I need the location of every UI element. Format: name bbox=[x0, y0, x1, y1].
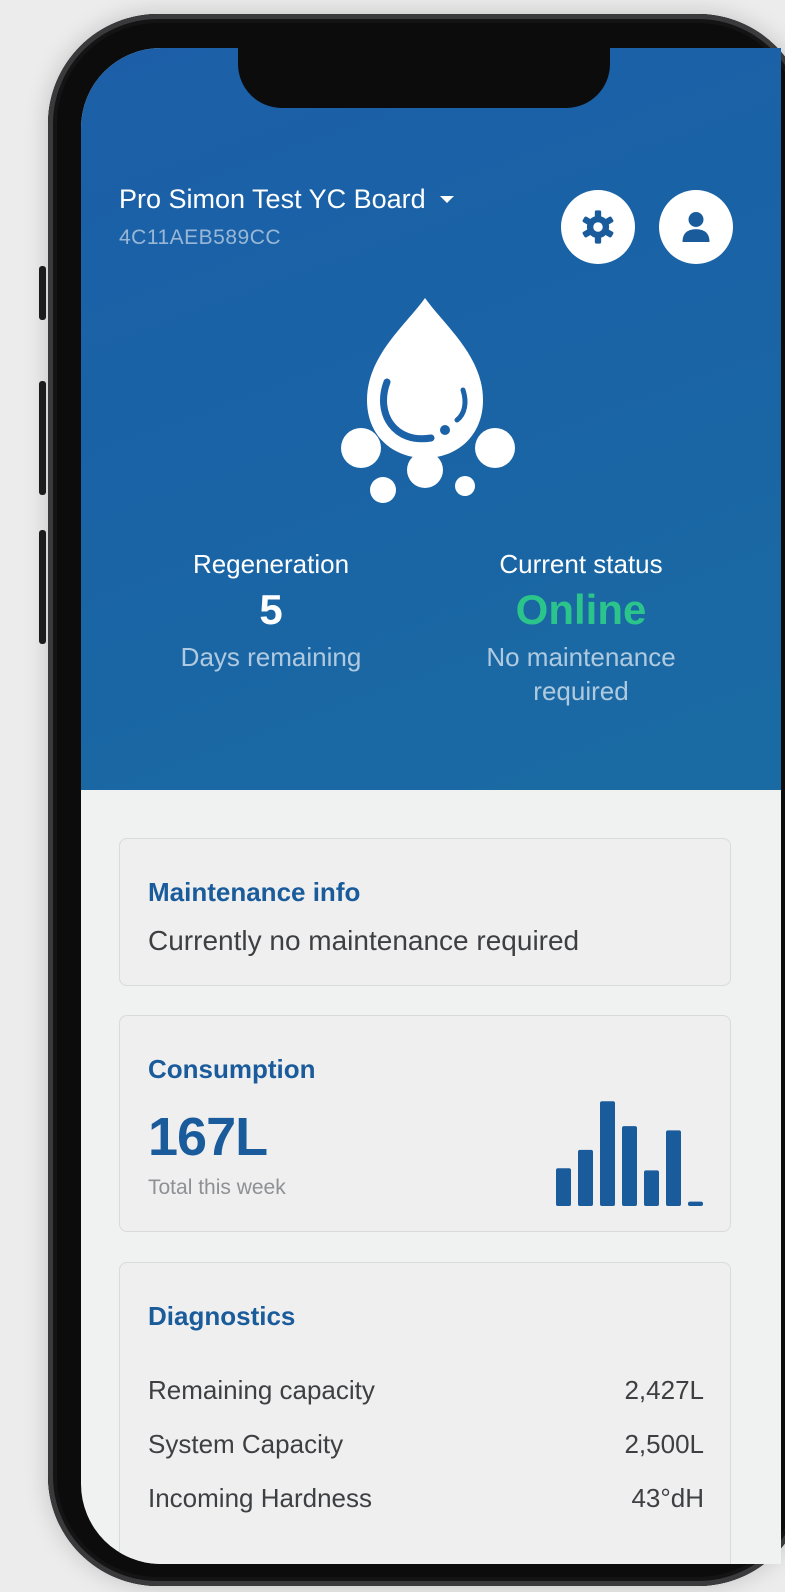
consumption-card[interactable]: Consumption 167L Total this week bbox=[119, 1015, 731, 1232]
status-label: Current status bbox=[499, 549, 663, 579]
device-id: 4C11AEB589CC bbox=[119, 226, 282, 249]
maintenance-title: Maintenance info bbox=[148, 877, 361, 907]
status-header: Pro Simon Test YC Board 4C11AEB589CC Reg… bbox=[81, 48, 781, 790]
mute-switch bbox=[39, 266, 46, 320]
consumption-caption: Total this week bbox=[148, 1176, 286, 1199]
maintenance-card[interactable]: Maintenance info Currently no maintenanc… bbox=[119, 838, 731, 986]
diagnostics-value: 43°dH bbox=[631, 1483, 704, 1513]
consumption-bar bbox=[688, 1201, 703, 1206]
diagnostics-card[interactable]: Diagnostics Remaining capacity 2,427L Sy… bbox=[119, 1262, 731, 1564]
consumption-bar bbox=[556, 1168, 571, 1206]
user-icon bbox=[682, 212, 710, 242]
volume-up-button bbox=[39, 381, 46, 495]
water-drop-icon bbox=[341, 298, 515, 503]
caret-down-icon bbox=[439, 196, 454, 203]
consumption-title: Consumption bbox=[148, 1054, 316, 1084]
maintenance-text: Currently no maintenance required bbox=[148, 925, 580, 956]
consumption-bar bbox=[666, 1130, 681, 1206]
status-caption: No maintenance required bbox=[486, 642, 676, 706]
device-selector[interactable]: Pro Simon Test YC Board bbox=[119, 184, 454, 215]
diagnostics-row: Remaining capacity 2,427L bbox=[148, 1375, 704, 1406]
consumption-bar bbox=[578, 1149, 593, 1206]
regeneration-days: 5 bbox=[259, 586, 283, 633]
diagnostics-label: Incoming Hardness bbox=[148, 1483, 372, 1513]
consumption-mini-chart bbox=[556, 1101, 703, 1206]
phone-notch bbox=[238, 48, 610, 108]
consumption-value: 167L bbox=[148, 1107, 268, 1167]
regeneration-label: Regeneration bbox=[192, 549, 350, 579]
device-name: Pro Simon Test YC Board bbox=[119, 184, 426, 214]
diagnostics-value: 2,500L bbox=[624, 1429, 704, 1459]
status-stat: Current status Online No maintenance req… bbox=[451, 548, 711, 708]
app-screen: Pro Simon Test YC Board 4C11AEB589CC Reg… bbox=[81, 48, 781, 1564]
gear-icon bbox=[582, 210, 614, 244]
settings-button[interactable] bbox=[561, 190, 635, 264]
status-value: Online bbox=[515, 586, 647, 633]
diagnostics-title: Diagnostics bbox=[148, 1301, 296, 1331]
consumption-bar bbox=[600, 1101, 615, 1206]
volume-down-button bbox=[39, 530, 46, 644]
diagnostics-row: System Capacity 2,500L bbox=[148, 1429, 704, 1460]
regeneration-caption: Days remaining bbox=[180, 642, 362, 672]
diagnostics-label: System Capacity bbox=[148, 1429, 344, 1459]
consumption-bar bbox=[644, 1170, 659, 1206]
diagnostics-value: 2,427L bbox=[624, 1375, 704, 1405]
profile-button[interactable] bbox=[659, 190, 733, 264]
diagnostics-label: Remaining capacity bbox=[148, 1375, 375, 1405]
regeneration-stat: Regeneration 5 Days remaining bbox=[151, 548, 391, 674]
consumption-bar bbox=[622, 1126, 637, 1206]
diagnostics-row: Incoming Hardness 43°dH bbox=[148, 1483, 704, 1514]
